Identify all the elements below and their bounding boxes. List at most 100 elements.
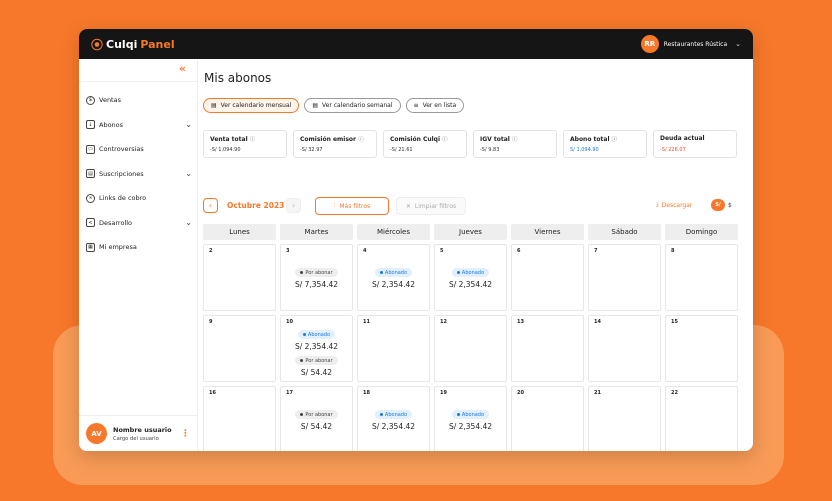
day-number: 8: [671, 248, 675, 254]
user-profile[interactable]: AV Nombre usuario Cargo del usuario ⋮: [79, 415, 197, 451]
payout-status-label: Abonado: [384, 269, 408, 276]
calendar-day-cell[interactable]: 11: [357, 315, 430, 382]
calendar-day-cell[interactable]: 4 Abonado S/ 2,354.42: [357, 244, 430, 311]
info-icon[interactable]: ⓘ: [250, 137, 256, 143]
info-icon[interactable]: ⓘ: [442, 137, 448, 143]
payout-status-label: Abonado: [307, 331, 331, 338]
account-name: Restaurantes Rústica: [663, 40, 728, 48]
currency-pen[interactable]: S/: [711, 199, 725, 211]
calendar-day-cell[interactable]: 2: [203, 244, 276, 311]
payout-entry[interactable]: Por abonar S/ 7,354.42: [295, 268, 338, 289]
more-filters-button[interactable]: ⫶ Más filtros: [315, 197, 389, 215]
payout-entry[interactable]: Abonado S/ 2,354.42: [449, 268, 492, 289]
user-name: Nombre usuario: [113, 425, 172, 434]
payout-entries: Abonado S/ 2,354.42: [449, 410, 492, 431]
stat-title: Deuda actual: [660, 135, 705, 142]
day-number: 12: [440, 319, 447, 325]
day-number: 11: [363, 319, 370, 325]
calendar-day-cell[interactable]: 8: [665, 244, 738, 311]
calendar-day-cell[interactable]: 20: [511, 386, 584, 451]
payout-status-badge: Por abonar: [295, 268, 338, 277]
calendar-day-cell[interactable]: 5 Abonado S/ 2,354.42: [434, 244, 507, 311]
calendar-day-cell[interactable]: 10 Abonado S/ 2,354.42 Por abonar S/ 54.42: [280, 315, 353, 382]
clear-filters-button[interactable]: ✕ Limpiar filtros: [396, 197, 466, 215]
calendar-day-cell[interactable]: 15: [665, 315, 738, 382]
info-icon[interactable]: ⓘ: [358, 137, 364, 143]
calendar-day-cell[interactable]: 19 Abonado S/ 2,354.42: [434, 386, 507, 451]
payout-amount: S/ 54.42: [300, 422, 333, 431]
view-list-button[interactable]: ≡ Ver en lista: [405, 98, 465, 113]
view-switcher: ▤ Ver calendario mensual ▤ Ver calendari…: [203, 98, 465, 113]
day-number: 16: [209, 390, 216, 396]
calendar-day-cell[interactable]: 7: [588, 244, 661, 311]
day-number: 7: [594, 248, 598, 254]
stat-value: -S/ 21.61: [390, 147, 413, 153]
payout-entry[interactable]: Abonado S/ 2,354.42: [372, 410, 415, 431]
payout-status-badge: Abonado: [297, 330, 336, 339]
summary-stats: Venta total ⓘ -S/ 1,094.90 Comisión emis…: [203, 130, 737, 158]
status-dot-icon: [456, 271, 460, 274]
sidebar-item-abonos[interactable]: ↓ Abonos ⌄: [86, 113, 192, 138]
payout-entries: Abonado S/ 2,354.42: [449, 268, 492, 289]
info-icon[interactable]: ⓘ: [512, 137, 518, 143]
stat-title: Abono total: [570, 136, 610, 143]
sidebar-item-mi-empresa[interactable]: ▦ Mi empresa: [86, 235, 192, 260]
payout-entry[interactable]: Abonado S/ 2,354.42: [372, 268, 415, 289]
info-icon[interactable]: ⓘ: [612, 137, 618, 143]
sidebar-item-ventas[interactable]: $ Ventas: [86, 88, 192, 113]
payout-entries: Por abonar S/ 7,354.42: [295, 268, 338, 289]
download-button[interactable]: ⤓ Descargar: [656, 201, 692, 209]
sidebar-item-controversias[interactable]: ▭ Controversias: [86, 137, 192, 162]
calendar-day-cell[interactable]: 6: [511, 244, 584, 311]
sidebar-item-links-de-cobro[interactable]: ∞ Links de cobro: [86, 186, 192, 211]
sidebar-item-suscripciones[interactable]: ▤ Suscripciones ⌄: [86, 162, 192, 187]
calendar-day-cell[interactable]: 12: [434, 315, 507, 382]
payout-entry[interactable]: Por abonar S/ 54.42: [295, 410, 338, 431]
status-dot-icon: [456, 413, 460, 416]
weekday-label: Viernes: [511, 224, 584, 240]
calendar-day-cell[interactable]: 22: [665, 386, 738, 451]
currency-usd[interactable]: $: [728, 202, 732, 209]
weekday-label: Lunes: [203, 224, 276, 240]
day-number: 3: [286, 248, 290, 254]
view-weekly-label: Ver calendario semanal: [322, 102, 393, 109]
day-number: 20: [517, 390, 524, 396]
account-avatar: RR: [640, 35, 659, 53]
payout-entry[interactable]: Abonado S/ 2,354.42: [449, 410, 492, 431]
account-switcher[interactable]: RR Restaurantes Rústica ⌄: [640, 35, 741, 53]
collapse-sidebar-icon[interactable]: «: [179, 62, 186, 75]
calendar-day-cell[interactable]: 13: [511, 315, 584, 382]
prev-month-button[interactable]: ‹: [203, 198, 218, 213]
payout-entry[interactable]: Por abonar S/ 54.42: [295, 356, 338, 377]
calendar-day-cell[interactable]: 17 Por abonar S/ 54.42: [280, 386, 353, 451]
calendar-day-cell[interactable]: 21: [588, 386, 661, 451]
status-dot-icon: [379, 413, 383, 416]
payout-entry[interactable]: Abonado S/ 2,354.42: [295, 330, 338, 351]
calendar-day-cell[interactable]: 18 Abonado S/ 2,354.42: [357, 386, 430, 451]
calendar-day-cell[interactable]: 14: [588, 315, 661, 382]
calendar-day-cell[interactable]: 3 Por abonar S/ 7,354.42: [280, 244, 353, 311]
stat-title: Venta total: [210, 136, 248, 143]
currency-toggle[interactable]: S/ $: [711, 199, 732, 211]
calendar-day-cell[interactable]: 16: [203, 386, 276, 451]
brand-name-part2: Panel: [140, 37, 175, 51]
next-month-button[interactable]: ›: [286, 198, 301, 213]
view-weekly-button[interactable]: ▤ Ver calendario semanal: [304, 98, 401, 113]
payout-amount: S/ 2,354.42: [448, 422, 493, 431]
sidebar-item-desarrollo[interactable]: < Desarrollo ⌄: [86, 211, 192, 236]
payout-amount: S/ 2,354.42: [371, 422, 416, 431]
stat-value: -S/ 9.83: [480, 147, 500, 153]
calendar-day-cell[interactable]: 9: [203, 315, 276, 382]
day-number: 2: [209, 248, 213, 254]
day-number: 21: [594, 390, 601, 396]
brand-logo[interactable]: ⦿ Culqi Panel: [91, 36, 175, 53]
sidebar-nav: $ Ventas ↓ Abonos ⌄ ▭ Controversias ▤ Suscripcio…: [86, 88, 192, 260]
more-options-icon[interactable]: ⋮: [181, 429, 190, 439]
sidebar-item-label: Mi empresa: [99, 243, 137, 252]
view-monthly-button[interactable]: ▤ Ver calendario mensual: [203, 98, 300, 113]
weekday-label: Jueves: [434, 224, 507, 240]
deposit-icon: ↓: [86, 120, 95, 130]
status-dot-icon: [300, 413, 304, 416]
user-role: Cargo del usuario: [113, 435, 159, 442]
stat-card: Comisión emisor ⓘ -S/ 32.97: [293, 130, 377, 158]
